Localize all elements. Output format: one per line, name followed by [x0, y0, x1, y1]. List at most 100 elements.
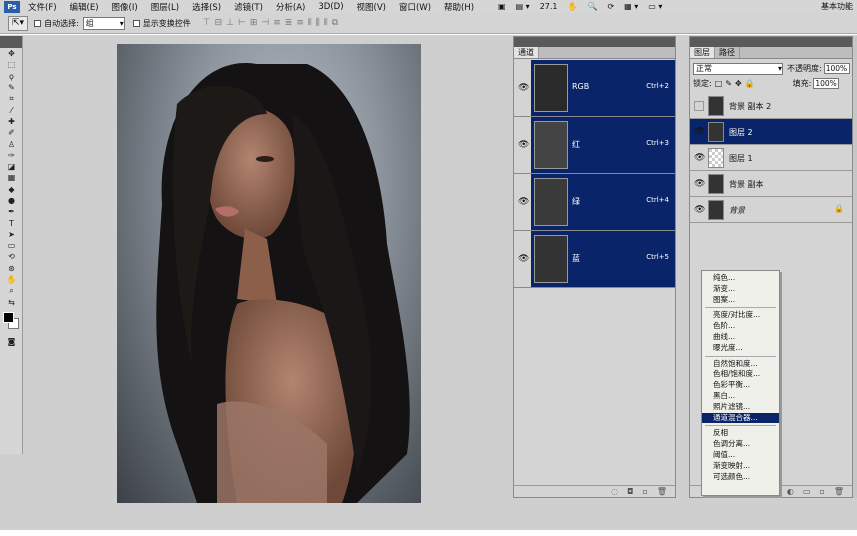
new-channel-icon[interactable]: ▫ [642, 487, 647, 496]
hand-tool-icon[interactable]: ✋ [0, 274, 23, 285]
eye-icon[interactable]: 👁 [518, 197, 529, 207]
tab-layers[interactable]: 图层 [690, 47, 715, 58]
marquee-tool-icon[interactable]: ⬚ [0, 59, 23, 70]
menu-item[interactable]: 渐变... [702, 284, 779, 295]
eraser-tool-icon[interactable]: ◪ [0, 161, 23, 172]
menu-edit[interactable]: 编辑(E) [70, 1, 99, 13]
menu-item[interactable]: 色彩平衡... [702, 380, 779, 391]
bridge-icon[interactable]: ▣ [498, 2, 506, 11]
eye-icon[interactable]: 👁 [694, 153, 705, 163]
default-colors-icon[interactable]: ⇆ [0, 297, 23, 308]
layer-row[interactable]: 👁 背景 🔒 [690, 197, 852, 223]
clone-stamp-tool-icon[interactable]: ♙ [0, 138, 23, 149]
menu-item[interactable]: 亮度/对比度... [702, 310, 779, 321]
document-canvas[interactable] [117, 44, 421, 503]
panel-title-bar[interactable] [514, 37, 675, 47]
eyedropper-tool-icon[interactable]: ⁄ [0, 104, 23, 115]
zoom-tool-icon[interactable]: ⌕ [0, 285, 23, 296]
type-tool-icon[interactable]: T [0, 217, 23, 228]
screen-mode-icon[interactable]: ▭ ▾ [648, 2, 662, 11]
tab-channels[interactable]: 通道 [514, 47, 539, 58]
layer-row[interactable]: 👁 背景 副本 [690, 171, 852, 197]
hand-icon[interactable]: ✋ [568, 2, 578, 11]
distribute-right-icon[interactable]: ⫴ [324, 18, 329, 28]
menu-image[interactable]: 图像(I) [112, 1, 138, 13]
eye-icon[interactable]: 👁 [694, 205, 705, 215]
align-left-icon[interactable]: ⊢ [238, 18, 247, 28]
layer-row[interactable]: 背景 副本 2 [690, 93, 852, 119]
menu-file[interactable]: 文件(F) [28, 1, 57, 13]
crop-tool-icon[interactable]: ⌗ [0, 93, 23, 104]
new-layer-icon[interactable]: ▫ [819, 487, 824, 496]
align-top-icon[interactable]: ⊤ [203, 18, 212, 28]
align-right-icon[interactable]: ⊣ [261, 18, 270, 28]
menu-item[interactable]: 色调分离... [702, 439, 779, 450]
lasso-tool-icon[interactable]: ϙ [0, 71, 23, 82]
eye-icon[interactable]: 👁 [518, 254, 529, 264]
menu-3d[interactable]: 3D(D) [318, 2, 343, 12]
menu-item[interactable]: 渐变映射... [702, 461, 779, 472]
tab-paths[interactable]: 路径 [715, 47, 740, 58]
menu-item[interactable]: 可选颜色... [702, 472, 779, 483]
eye-icon[interactable]: 👁 [694, 179, 705, 189]
distribute-top-icon[interactable]: ≡ [273, 18, 282, 28]
menu-item[interactable]: 黑白... [702, 391, 779, 402]
panel-scrollbar[interactable] [853, 36, 857, 498]
distribute-bottom-icon[interactable]: ≡ [296, 18, 305, 28]
delete-channel-icon[interactable]: 🗑 [657, 487, 667, 496]
load-selection-icon[interactable]: ◌ [611, 487, 618, 496]
distribute-left-icon[interactable]: ⫴ [308, 18, 313, 28]
brush-tool-icon[interactable]: ✐ [0, 127, 23, 138]
menu-view[interactable]: 视图(V) [357, 1, 386, 13]
quick-mask-icon[interactable]: ◙ [0, 336, 23, 347]
shape-tool-icon[interactable]: ▭ [0, 240, 23, 251]
menu-item[interactable]: 曲线... [702, 332, 779, 343]
auto-select-checkbox[interactable] [34, 19, 42, 27]
dodge-tool-icon[interactable]: ● [0, 195, 23, 206]
channel-row[interactable]: 👁 绿 Ctrl+4 [514, 174, 675, 231]
menu-item[interactable]: 色阶... [702, 321, 779, 332]
arrange-icon[interactable]: ▦ ▾ [624, 2, 638, 11]
pen-tool-icon[interactable]: ✒ [0, 206, 23, 217]
workspace-switcher[interactable]: 基本功能 [821, 0, 853, 13]
channel-row[interactable]: 👁 红 Ctrl+3 [514, 117, 675, 174]
lock-all-icon[interactable]: 🔒 [745, 79, 755, 88]
menu-item-highlighted[interactable]: 通道混合器... [702, 412, 779, 424]
menu-analysis[interactable]: 分析(A) [276, 1, 305, 13]
adjustment-layer-icon[interactable]: ◐ [787, 487, 794, 496]
distribute-center-icon[interactable]: ⫼ [316, 18, 321, 28]
menu-item[interactable]: 照片滤镜... [702, 402, 779, 413]
menu-item[interactable]: 图案... [702, 295, 779, 306]
auto-select-dropdown[interactable]: 组 ▾ [82, 16, 125, 30]
history-brush-tool-icon[interactable]: ✑ [0, 150, 23, 161]
3d-orbit-tool-icon[interactable]: ⊛ [0, 263, 23, 274]
zoom-icon[interactable]: 🔍 [587, 2, 597, 11]
zoom-level[interactable]: 27.1 [540, 2, 558, 11]
rotate-view-icon[interactable]: ⟳ [607, 2, 614, 11]
save-selection-icon[interactable]: ◘ [627, 487, 633, 496]
align-middle-icon[interactable]: ⊟ [215, 18, 224, 28]
show-transform-checkbox[interactable] [132, 19, 140, 27]
menu-item[interactable]: 纯色... [702, 273, 779, 284]
menu-filter[interactable]: 滤镜(T) [234, 1, 263, 13]
blend-mode-dropdown[interactable]: 正常 ▾ [693, 62, 783, 75]
gradient-tool-icon[interactable]: ▦ [0, 172, 23, 183]
eye-icon[interactable]: 👁 [518, 83, 529, 93]
fill-field[interactable]: 100% [813, 78, 840, 89]
align-bottom-icon[interactable]: ⊥ [226, 18, 235, 28]
menu-item[interactable]: 曝光度... [702, 343, 779, 354]
toolbox-grip[interactable] [0, 36, 22, 48]
blur-tool-icon[interactable]: ◆ [0, 184, 23, 195]
lock-position-icon[interactable]: ✥ [735, 79, 742, 88]
menu-item[interactable]: 自然饱和度... [702, 359, 779, 370]
healing-brush-tool-icon[interactable]: ✚ [0, 116, 23, 127]
menu-layer[interactable]: 图层(L) [151, 1, 179, 13]
menu-select[interactable]: 选择(S) [192, 1, 221, 13]
layer-row[interactable]: 👁 图层 2 [690, 119, 852, 145]
menu-item[interactable]: 反相 [702, 428, 779, 439]
minibridge-icon[interactable]: ▤ ▾ [516, 2, 530, 11]
new-group-icon[interactable]: ▭ [803, 487, 811, 496]
opacity-field[interactable]: 100% [823, 63, 850, 74]
visibility-toggle[interactable] [694, 101, 704, 111]
move-tool-icon[interactable]: ✥ [0, 48, 23, 59]
